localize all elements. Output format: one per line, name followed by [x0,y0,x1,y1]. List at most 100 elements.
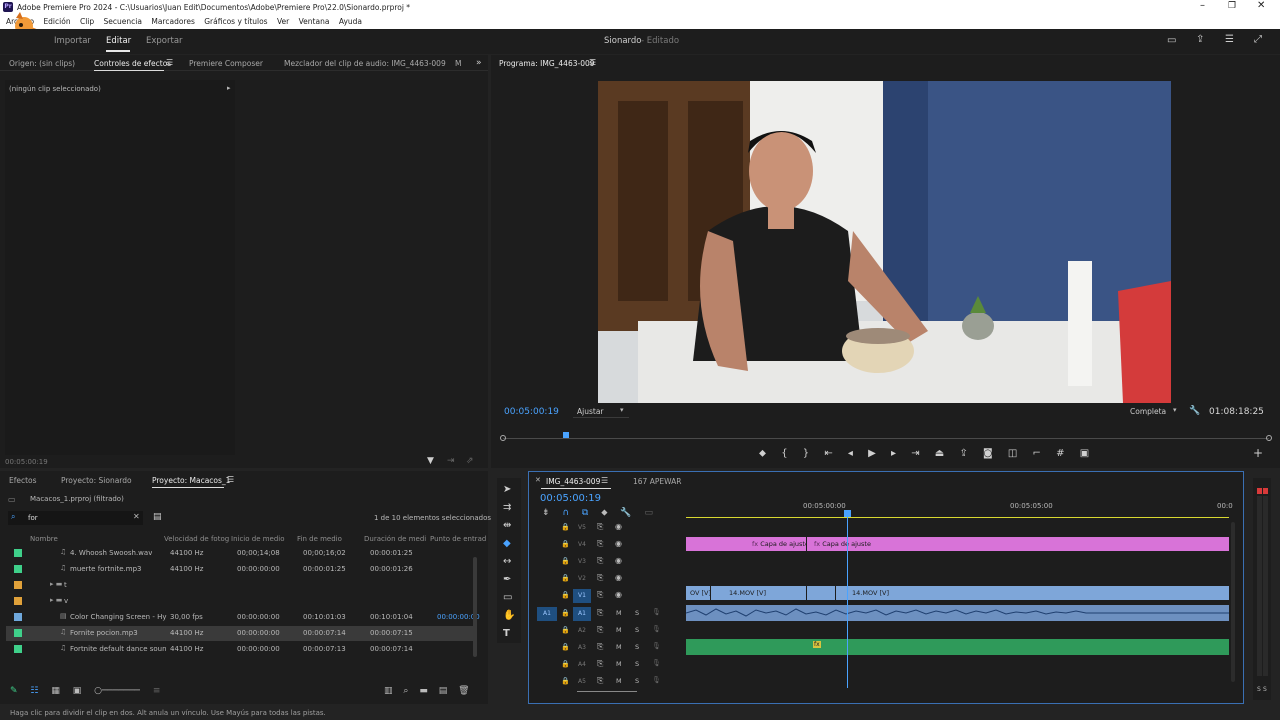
table-row[interactable]: ▸ ▬ t [6,578,476,593]
project-menu-icon[interactable]: ☰ [227,474,234,486]
track-label[interactable]: A5 [573,675,591,689]
solo-button[interactable]: S [635,609,639,617]
list-view-icon[interactable]: ☷ [30,686,38,696]
extract-icon[interactable]: ⇪ [959,448,967,459]
col-duracion[interactable]: Duración de medi [364,535,426,543]
sync-lock-icon[interactable]: ⎘ [597,539,603,549]
search-box[interactable]: ⌕ for ✕ [8,511,143,525]
write-icon[interactable]: ✎ [10,686,18,696]
label-color-swatch[interactable] [14,565,22,573]
close-tab-icon[interactable]: ✕ [535,476,541,484]
eye-icon[interactable]: ◉ [615,556,622,565]
track-label[interactable]: V3 [573,555,591,569]
settings-wrench-icon[interactable]: 🔧 [620,508,631,518]
trim-icon[interactable]: ⌐ [1033,448,1041,459]
add-button-icon[interactable]: + [1253,447,1263,459]
sync-lock-icon[interactable]: ⎘ [597,676,603,686]
label-color-swatch[interactable] [14,549,22,557]
lift-icon[interactable]: ⏏ [935,448,944,459]
track-label[interactable]: V2 [573,572,591,586]
tab-importar[interactable]: Importar [54,36,91,46]
menu-clip[interactable]: Clip [80,17,94,26]
sync-lock-icon[interactable]: ⎘ [597,590,603,600]
clip-adjustment-layer-2[interactable]: fx Capa de ajuste [807,537,1229,551]
clip-v1-c[interactable] [807,586,835,600]
label-color-swatch[interactable] [14,613,22,621]
more-tabs-icon[interactable]: » [476,57,482,69]
lock-icon[interactable]: 🔒 [561,574,570,582]
track-label[interactable]: A3 [573,641,591,655]
audio-clip-a3[interactable]: fx [686,639,1229,655]
slip-tool-icon[interactable]: ↔ [503,556,511,568]
fullscreen-icon[interactable]: ⤢ [1254,34,1262,46]
menu-secuencia[interactable]: Secuencia [104,17,142,26]
menu-marcadores[interactable]: Marcadores [151,17,195,26]
delete-icon[interactable]: 🗑 [458,686,469,696]
source-patch-a1[interactable]: A1 [537,607,557,621]
expand-arrow-icon[interactable]: ▸ [227,84,231,92]
tab-exportar[interactable]: Exportar [146,36,183,46]
table-row[interactable]: ♫ muerte fortnite.mp3 44100 Hz 00:00:00:00 0… [6,562,476,577]
track-select-icon[interactable]: ⇉ [503,502,511,514]
lock-icon[interactable]: 🔒 [561,557,570,565]
track-label[interactable]: A2 [573,624,591,638]
mic-icon[interactable]: 🎙 [652,676,661,684]
menu-ver[interactable]: Ver [277,17,289,26]
eye-icon[interactable]: ◉ [615,590,622,599]
tab-efectos[interactable]: Efectos [9,476,37,485]
label-color-swatch[interactable] [14,581,22,589]
label-color-swatch[interactable] [14,597,22,605]
sync-lock-icon[interactable]: ⎘ [597,522,603,532]
track-label[interactable]: A4 [573,658,591,672]
tab-mezclador[interactable]: Mezclador del clip de audio: IMG_4463-00… [284,59,446,68]
sync-lock-icon[interactable]: ⎘ [597,625,603,635]
new-item-icon[interactable]: ▤ [439,686,448,696]
timeline-vscroll[interactable] [1231,522,1235,682]
captions-icon[interactable]: ▭ [644,508,653,518]
clip-v1-b[interactable]: 14.MOV [V] [711,586,806,600]
tab-origen[interactable]: Origen: (sin clips) [9,59,75,68]
clear-search-icon[interactable]: ✕ [133,512,140,521]
solo-right[interactable]: S [1263,686,1267,693]
label-color-swatch[interactable] [14,629,22,637]
solo-button[interactable]: S [635,660,639,668]
camera-icon[interactable]: ◙ [983,448,993,459]
new-search-bin-icon[interactable]: ▤ [153,511,162,523]
ripple-edit-icon[interactable]: ⇹ [503,520,511,532]
zoom-slider[interactable]: ○─────── [94,686,140,696]
fit-dropdown[interactable]: Ajustar ▾ [573,405,629,418]
table-row[interactable]: ♫ Fornite pocion.mp3 44100 Hz 00:00:00:00 00… [6,626,476,641]
mic-icon[interactable]: 🎙 [652,608,661,616]
solo-button[interactable]: S [635,626,639,634]
sync-lock-icon[interactable]: ⎘ [597,659,603,669]
mark-out-icon[interactable]: } [803,448,809,459]
hand-tool-icon[interactable]: ✋ [503,610,515,622]
grid-icon[interactable]: # [1056,448,1064,459]
mute-button[interactable]: M [616,643,622,651]
solo-button[interactable]: S [635,677,639,685]
new-bin-icon[interactable]: ▬ [419,686,428,696]
tab-m[interactable]: M [455,59,461,68]
panel-layout-icon[interactable]: ▭ [1167,35,1176,47]
icon-view-icon[interactable]: ▦ [51,686,60,696]
track-label[interactable]: V4 [573,538,591,552]
close-icon[interactable]: ✕ [1257,0,1265,11]
tab-proyecto-sionardo[interactable]: Proyecto: Sionardo [61,476,132,485]
solo-left[interactable]: S [1257,686,1261,693]
program-menu-icon[interactable]: ☰ [589,57,596,69]
table-row[interactable]: ▸ ▬ v [6,594,476,609]
lock-icon[interactable]: 🔒 [561,660,570,668]
eye-icon[interactable]: ◉ [615,522,622,531]
menu-ayuda[interactable]: Ayuda [339,17,362,26]
sync-lock-icon[interactable]: ⎘ [597,608,603,618]
mic-icon[interactable]: 🎙 [652,642,661,650]
lock-icon[interactable]: 🔒 [561,626,570,634]
mic-icon[interactable]: 🎙 [652,659,661,667]
playhead[interactable] [847,510,848,688]
quality-dropdown[interactable]: Completa ▾ [1127,405,1183,418]
filter-icon[interactable]: ▼ [427,455,434,467]
tab-premiere-composer[interactable]: Premiere Composer [189,59,263,68]
lock-icon[interactable]: 🔒 [561,591,570,599]
lock-icon[interactable]: 🔒 [561,609,570,617]
automate-icon[interactable]: ▥ [384,686,393,696]
